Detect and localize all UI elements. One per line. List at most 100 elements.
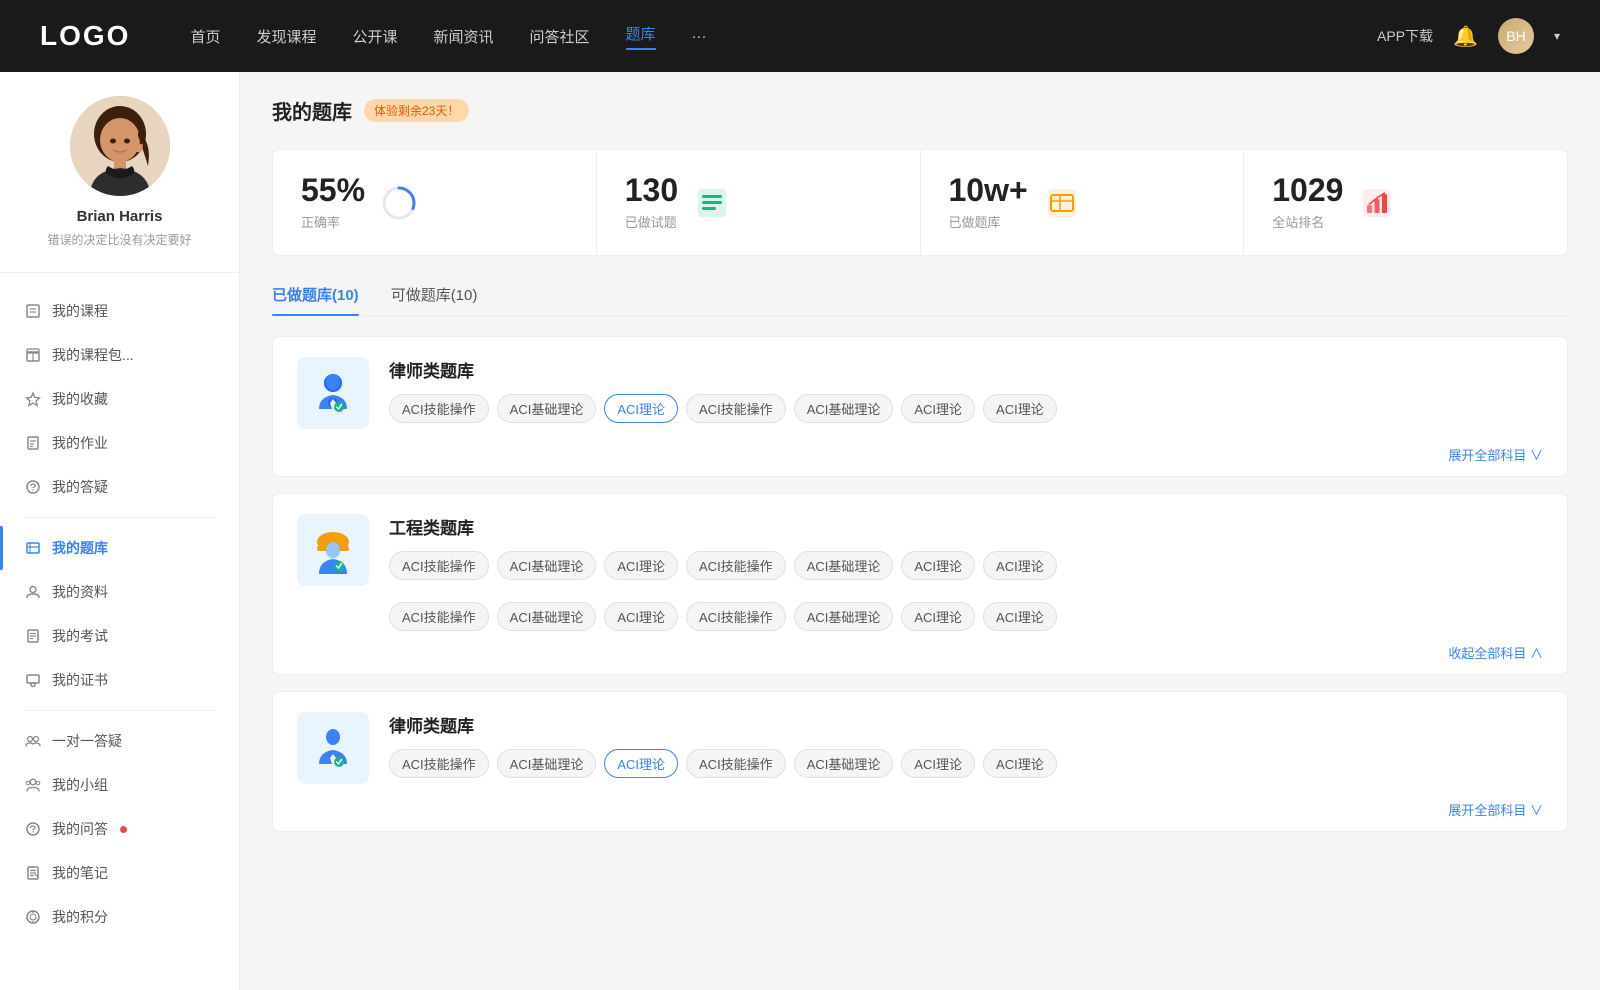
- notification-bell-icon[interactable]: 🔔: [1453, 24, 1478, 49]
- stat-done-value: 130: [625, 174, 678, 206]
- tag-3-2[interactable]: ACI基础理论: [497, 749, 597, 778]
- tag-3-7[interactable]: ACI理论: [983, 749, 1057, 778]
- group-icon: [24, 776, 42, 794]
- sidebar-item-package[interactable]: 我的课程包...: [0, 333, 239, 377]
- tag-2-5[interactable]: ACI基础理论: [794, 551, 894, 580]
- tabs-row: 已做题库(10) 可做题库(10): [272, 284, 1568, 316]
- stat-rank-value: 1029: [1272, 174, 1343, 206]
- tab-available[interactable]: 可做题库(10): [391, 284, 478, 315]
- sidebar-label-group: 我的小组: [52, 775, 108, 795]
- myqa-icon: [24, 820, 42, 838]
- tag-1-4[interactable]: ACI技能操作: [686, 394, 786, 423]
- stat-banks-value-group: 10w+ 已做题库: [949, 174, 1028, 231]
- tag-2-10[interactable]: ACI理论: [604, 602, 678, 631]
- tag-2-11[interactable]: ACI技能操作: [686, 602, 786, 631]
- sidebar-item-exam[interactable]: 我的考试: [0, 614, 239, 658]
- tag-3-6[interactable]: ACI理论: [901, 749, 975, 778]
- cert-icon: [24, 671, 42, 689]
- bank-card-2-info: 工程类题库 ACI技能操作 ACI基础理论 ACI理论 ACI技能操作 ACI基…: [389, 514, 1057, 580]
- sidebar-label-questions: 我的答疑: [52, 477, 108, 497]
- page-title: 我的题库: [272, 96, 352, 125]
- sidebar-item-myqa[interactable]: 我的问答: [0, 807, 239, 851]
- sidebar-item-notes[interactable]: 我的笔记: [0, 851, 239, 895]
- sidebar-menu: 我的课程 我的课程包... 我的收藏 我的作业: [0, 273, 239, 955]
- bank-card-3-header: 律师类题库 ACI技能操作 ACI基础理论 ACI理论 ACI技能操作 ACI基…: [273, 692, 1567, 800]
- nav-home[interactable]: 首页: [190, 26, 220, 47]
- bank-card-1-name: 律师类题库: [389, 357, 1057, 382]
- sidebar-item-tutor[interactable]: 一对一答疑: [0, 719, 239, 763]
- stat-done-icon: [694, 185, 730, 221]
- tag-1-1[interactable]: ACI技能操作: [389, 394, 489, 423]
- nav-bank[interactable]: 题库: [626, 23, 656, 50]
- app-download-button[interactable]: APP下载: [1377, 26, 1433, 46]
- sidebar-item-course[interactable]: 我的课程: [0, 289, 239, 333]
- user-avatar[interactable]: BH: [1498, 18, 1534, 54]
- bank-card-3-expand[interactable]: 展开全部科目 ∨: [273, 800, 1567, 831]
- tag-2-12[interactable]: ACI基础理论: [794, 602, 894, 631]
- tag-1-7[interactable]: ACI理论: [983, 394, 1057, 423]
- nav-qa[interactable]: 问答社区: [530, 26, 590, 47]
- star-icon: [24, 390, 42, 408]
- tag-2-6[interactable]: ACI理论: [901, 551, 975, 580]
- stat-accuracy-icon: [381, 185, 417, 221]
- trial-badge: 体验剩余23天！: [364, 99, 469, 122]
- bank-card-1-expand[interactable]: 展开全部科目 ∨: [273, 445, 1567, 476]
- nav-discover[interactable]: 发现课程: [256, 26, 316, 47]
- tag-1-2[interactable]: ACI基础理论: [497, 394, 597, 423]
- tag-3-1[interactable]: ACI技能操作: [389, 749, 489, 778]
- stats-row: 55% 正确率 130 已做试题: [272, 149, 1568, 256]
- bank-card-2-name: 工程类题库: [389, 514, 1057, 539]
- tag-2-8[interactable]: ACI技能操作: [389, 602, 489, 631]
- lawyer-icon-3: [297, 712, 369, 784]
- tag-2-3[interactable]: ACI理论: [604, 551, 678, 580]
- sidebar-item-favorites[interactable]: 我的收藏: [0, 377, 239, 421]
- qa-badge-dot: [120, 826, 127, 833]
- sidebar-item-homework[interactable]: 我的作业: [0, 421, 239, 465]
- sidebar-item-questions[interactable]: 我的答疑: [0, 465, 239, 509]
- page-wrapper: Brian Harris 错误的决定比没有决定要好 我的课程 我的课程包...: [0, 72, 1600, 990]
- tab-done[interactable]: 已做题库(10): [272, 284, 359, 315]
- tag-1-3[interactable]: ACI理论: [604, 394, 678, 423]
- sidebar: Brian Harris 错误的决定比没有决定要好 我的课程 我的课程包...: [0, 72, 240, 990]
- tag-3-3[interactable]: ACI理论: [604, 749, 678, 778]
- tag-2-1[interactable]: ACI技能操作: [389, 551, 489, 580]
- tag-2-4[interactable]: ACI技能操作: [686, 551, 786, 580]
- tag-1-6[interactable]: ACI理论: [901, 394, 975, 423]
- sidebar-item-group[interactable]: 我的小组: [0, 763, 239, 807]
- tutor-icon: [24, 732, 42, 750]
- user-menu-chevron-icon[interactable]: ▾: [1554, 29, 1560, 43]
- tag-2-14[interactable]: ACI理论: [983, 602, 1057, 631]
- tag-2-7[interactable]: ACI理论: [983, 551, 1057, 580]
- sidebar-label-profile: 我的资料: [52, 582, 108, 602]
- exam-icon: [24, 627, 42, 645]
- profile-icon: [24, 583, 42, 601]
- sidebar-label-homework: 我的作业: [52, 433, 108, 453]
- sidebar-item-profile[interactable]: 我的资料: [0, 570, 239, 614]
- tag-2-9[interactable]: ACI基础理论: [497, 602, 597, 631]
- sidebar-label-points: 我的积分: [52, 907, 108, 927]
- course-icon: [24, 302, 42, 320]
- tag-3-4[interactable]: ACI技能操作: [686, 749, 786, 778]
- tag-2-2[interactable]: ACI基础理论: [497, 551, 597, 580]
- tag-1-5[interactable]: ACI基础理论: [794, 394, 894, 423]
- bank-card-3-tags: ACI技能操作 ACI基础理论 ACI理论 ACI技能操作 ACI基础理论 AC…: [389, 749, 1057, 778]
- notes-icon: [24, 864, 42, 882]
- sidebar-item-bank[interactable]: 我的题库: [0, 526, 239, 570]
- nav-news[interactable]: 新闻资讯: [434, 26, 494, 47]
- nav-open[interactable]: 公开课: [352, 26, 397, 47]
- tag-2-13[interactable]: ACI理论: [901, 602, 975, 631]
- stat-accuracy-value-group: 55% 正确率: [301, 174, 365, 231]
- profile-name: Brian Harris: [20, 208, 219, 225]
- sidebar-label-package: 我的课程包...: [52, 345, 134, 365]
- main-content: 我的题库 体验剩余23天！ 55% 正确率 130: [240, 72, 1600, 990]
- sidebar-label-exam: 我的考试: [52, 626, 108, 646]
- sidebar-item-points[interactable]: 我的积分: [0, 895, 239, 939]
- lawyer-icon-1: [297, 357, 369, 429]
- bank-card-2-collapse[interactable]: 收起全部科目 ∧: [273, 643, 1567, 674]
- bank-card-3-name: 律师类题库: [389, 712, 1057, 737]
- tag-3-5[interactable]: ACI基础理论: [794, 749, 894, 778]
- sidebar-item-cert[interactable]: 我的证书: [0, 658, 239, 702]
- nav-more[interactable]: ···: [692, 28, 707, 45]
- stat-accuracy-label: 正确率: [301, 212, 365, 231]
- navbar: LOGO 首页 发现课程 公开课 新闻资讯 问答社区 题库 ··· APP下载 …: [0, 0, 1600, 72]
